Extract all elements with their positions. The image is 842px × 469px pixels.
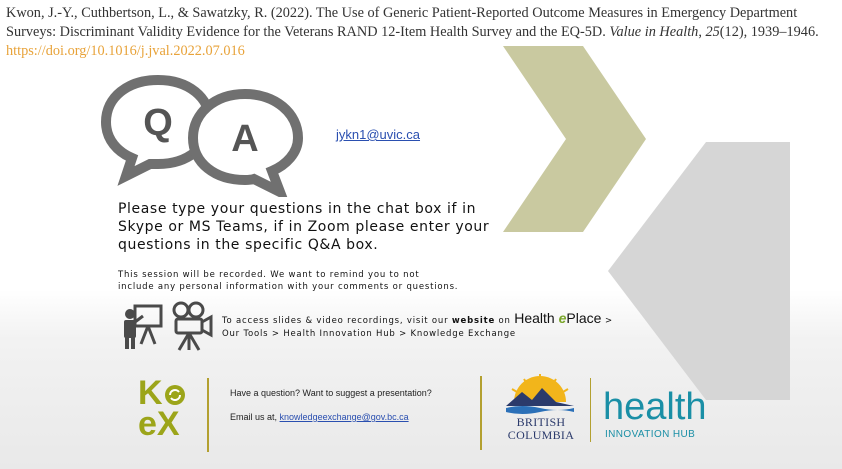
citation-journal: Value in Health: [609, 24, 699, 40]
website-label[interactable]: website: [452, 316, 495, 326]
access-path: Our Tools > Health Innovation Hub > Know…: [222, 329, 516, 339]
citation-text: Kwon, J.-Y., Cuthbertson, L., & Sawatzky…: [6, 5, 819, 59]
recording-notice-line-2: include any personal information with yo…: [118, 282, 459, 292]
health-innovation-hub-subtitle: INNOVATION HUB: [605, 429, 696, 440]
question-instructions: Please type your questions in the chat b…: [118, 200, 518, 254]
footer-divider-bc: [590, 378, 591, 442]
access-on: on: [498, 316, 511, 326]
kex-cycle-icon: [164, 385, 185, 405]
access-prefix: To access slides & video recordings, vis…: [222, 316, 449, 326]
have-question-text: Have a question? Want to suggest a prese…: [230, 388, 432, 398]
qa-speech-bubbles-icon: Q A: [100, 74, 304, 197]
resources-icons: [124, 301, 213, 351]
citation-pages: (12), 1939–1946.: [719, 24, 819, 40]
knowledge-exchange-logo: K eX: [138, 376, 196, 443]
health-innovation-hub-title: health: [603, 386, 707, 428]
a-letter: A: [231, 118, 258, 160]
kex-logo-ex: eX: [138, 405, 180, 443]
health-eplace-link[interactable]: Health ePlace: [514, 310, 601, 326]
british-columbia-wordmark: BRITISH COLUMBIA: [500, 416, 582, 442]
olive-chevron-shape: [503, 46, 646, 232]
access-arrow: >: [601, 316, 613, 326]
kex-email-link[interactable]: knowledgeexchange@gov.bc.ca: [280, 412, 409, 422]
footer-divider-right: [480, 376, 482, 450]
access-line-1: To access slides & video recordings, vis…: [222, 310, 692, 328]
bc-line-2: COLUMBIA: [507, 428, 575, 442]
instructions-line-1: Please type your questions in the chat b…: [118, 201, 477, 217]
british-columbia-logo-icon: [506, 374, 574, 414]
recording-notice-line-1: This session will be recorded. We want t…: [118, 270, 420, 280]
grey-chevron-shape: [608, 142, 790, 400]
footer-divider-left: [207, 378, 209, 452]
video-camera-icon: [172, 301, 213, 351]
recordings-access-info: To access slides & video recordings, vis…: [222, 310, 692, 341]
presenter-icon: [124, 304, 163, 349]
citation-volume: 25: [705, 24, 720, 40]
recording-notice: This session will be recorded. We want t…: [118, 269, 538, 293]
citation-doi-link[interactable]: https://doi.org/10.1016/j.jval.2022.07.0…: [6, 43, 245, 59]
q-letter: Q: [143, 102, 173, 144]
instructions-line-3: questions in the specific Q&A box.: [118, 237, 379, 253]
email-us-label: Email us at,: [230, 412, 278, 422]
email-us-line: Email us at, knowledgeexchange@gov.bc.ca: [230, 412, 409, 422]
health-eplace-health: Health: [514, 310, 559, 326]
instructions-line-2: Skype or MS Teams, if in Zoom please ent…: [118, 219, 490, 235]
kex-logo-k: K: [138, 376, 196, 410]
contact-email-link[interactable]: jykn1@uvic.ca: [336, 127, 420, 142]
health-eplace-place: Place: [566, 310, 602, 326]
